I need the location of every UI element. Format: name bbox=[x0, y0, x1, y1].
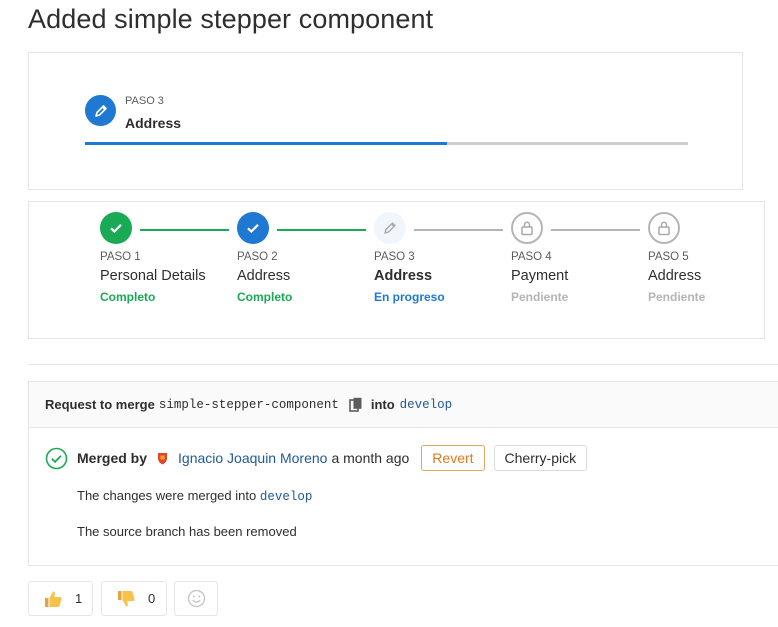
merged-branch[interactable]: develop bbox=[260, 490, 313, 504]
compact-step-number: PASO 3 bbox=[125, 95, 164, 107]
cherry-pick-button[interactable]: Cherry-pick bbox=[493, 445, 588, 471]
compact-stepper-card: PASO 3 Address bbox=[28, 52, 743, 190]
merged-text: The changes were merged into bbox=[77, 488, 257, 503]
smiley-icon bbox=[187, 589, 206, 608]
step-number: PASO 5 bbox=[648, 251, 689, 263]
step-label: Address bbox=[648, 268, 702, 284]
thumbs-up-button[interactable]: 1 bbox=[28, 581, 93, 616]
step-3[interactable]: PASO 3 Address En progreso bbox=[374, 212, 514, 304]
step-circle bbox=[648, 212, 680, 244]
page-title: Added simple stepper component bbox=[28, 4, 434, 34]
merged-time: a month ago bbox=[331, 450, 410, 466]
step-2[interactable]: PASO 2 Address Completo bbox=[237, 212, 377, 304]
step-label: Payment bbox=[511, 268, 569, 284]
stepper-card: PASO 1 Personal Details Completo PASO 2 Addr… bbox=[28, 201, 765, 339]
thumbs-down-button[interactable]: 0 bbox=[101, 581, 167, 616]
step-number: PASO 2 bbox=[237, 251, 278, 263]
merge-prefix: Request to merge bbox=[45, 397, 155, 412]
author-link[interactable]: Ignacio Joaquin Moreno bbox=[178, 450, 327, 466]
progress-fill bbox=[85, 142, 447, 145]
success-check-icon bbox=[45, 447, 68, 470]
step-1[interactable]: PASO 1 Personal Details Completo bbox=[100, 212, 240, 304]
step-number: PASO 1 bbox=[100, 251, 141, 263]
current-step-circle bbox=[85, 95, 116, 126]
merge-request-widget: Request to merge simple-stepper-componen… bbox=[28, 381, 778, 566]
step-circle bbox=[374, 212, 406, 244]
step-circle bbox=[511, 212, 543, 244]
lock-icon bbox=[520, 220, 534, 236]
thumbs-down-count: 0 bbox=[148, 591, 156, 606]
compact-step-label: Address bbox=[125, 115, 182, 131]
check-icon bbox=[245, 220, 261, 236]
merged-info: The changes were merged into develop bbox=[77, 488, 312, 504]
copy-branch-icon[interactable] bbox=[349, 397, 363, 413]
thumbs-up-icon bbox=[43, 589, 63, 609]
pencil-icon bbox=[382, 220, 398, 236]
branch-removed-text: The source branch has been removed bbox=[77, 524, 297, 539]
step-status: Pendiente bbox=[511, 290, 569, 304]
step-status: Pendiente bbox=[648, 290, 706, 304]
step-circle bbox=[100, 212, 132, 244]
target-branch[interactable]: develop bbox=[400, 398, 453, 412]
progress-track bbox=[85, 142, 688, 145]
merged-status-row: Merged by Ignacio Joaquin Moreno a month… bbox=[45, 445, 588, 471]
revert-button[interactable]: Revert bbox=[421, 445, 485, 471]
avatar[interactable] bbox=[157, 452, 168, 465]
step-status: En progreso bbox=[374, 290, 445, 304]
step-5[interactable]: PASO 5 Address Pendiente bbox=[648, 212, 778, 304]
check-icon bbox=[108, 220, 124, 236]
divider bbox=[28, 364, 778, 365]
add-reaction-button[interactable] bbox=[174, 581, 218, 616]
step-circle bbox=[237, 212, 269, 244]
step-number: PASO 4 bbox=[511, 251, 552, 263]
merge-request-header: Request to merge simple-stepper-componen… bbox=[29, 382, 778, 428]
step-label: Address bbox=[374, 268, 433, 284]
step-label: Personal Details bbox=[100, 268, 206, 284]
step-status: Completo bbox=[237, 290, 293, 304]
source-branch[interactable]: simple-stepper-component bbox=[159, 398, 339, 412]
step-status: Completo bbox=[100, 290, 156, 304]
merge-into-label: into bbox=[370, 397, 395, 412]
step-label: Address bbox=[237, 268, 291, 284]
pencil-icon bbox=[93, 103, 109, 119]
step-4[interactable]: PASO 4 Payment Pendiente bbox=[511, 212, 651, 304]
thumbs-up-count: 1 bbox=[75, 591, 83, 606]
lock-icon bbox=[657, 220, 671, 236]
thumbs-down-icon bbox=[116, 589, 136, 609]
step-number: PASO 3 bbox=[374, 251, 415, 263]
merged-by-label: Merged by bbox=[77, 450, 148, 466]
